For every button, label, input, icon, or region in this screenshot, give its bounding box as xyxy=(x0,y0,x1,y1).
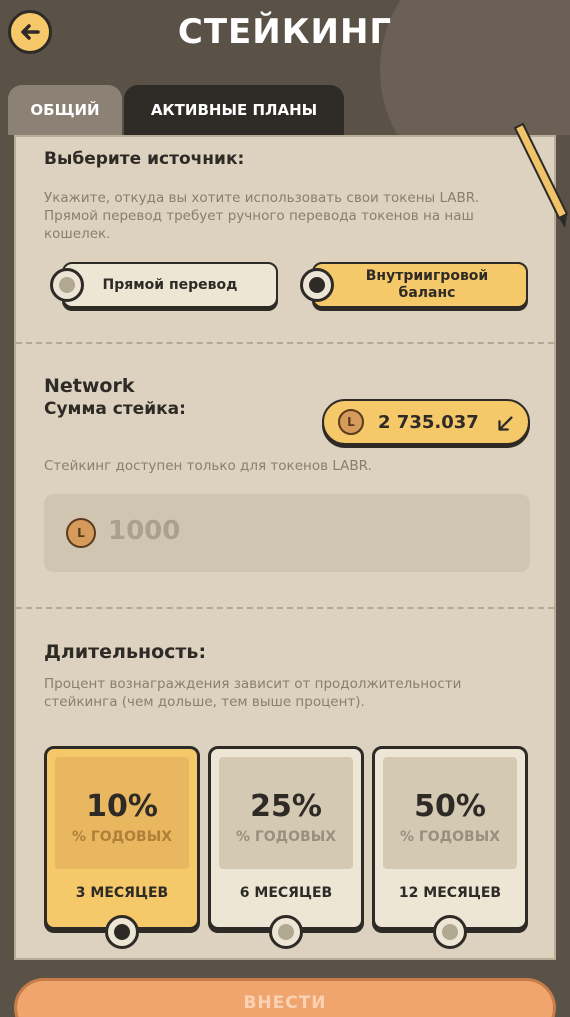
amount-placeholder: 1000 xyxy=(108,516,181,546)
labr-coin-icon: L xyxy=(66,518,96,548)
network-label: Network xyxy=(44,375,135,397)
arrow-down-left-icon xyxy=(498,416,513,431)
source-description: Укажите, откуда вы хотите использовать с… xyxy=(44,190,479,242)
plan-3-months[interactable]: 10% % ГОДОВЫХ 3 МЕСЯЦЕВ xyxy=(44,746,200,949)
stake-amount-input[interactable]: L 1000 xyxy=(44,494,530,572)
stake-amount-label: Сумма стейка: xyxy=(44,399,186,419)
divider xyxy=(16,342,554,344)
page-title: СТЕЙКИНГ xyxy=(177,12,393,52)
option-direct-transfer[interactable]: Прямой перевод xyxy=(50,262,278,308)
plan-duration: 3 МЕСЯЦЕВ xyxy=(75,885,169,901)
pencil-icon xyxy=(513,122,569,228)
radio-selected-icon[interactable] xyxy=(105,915,139,949)
plan-rate-box: 25% % ГОДОВЫХ xyxy=(219,757,353,869)
header: СТЕЙКИНГ ОБЩИЙ АКТИВНЫЕ ПЛАНЫ xyxy=(0,0,570,135)
plan-unit: % ГОДОВЫХ xyxy=(399,829,501,845)
option-label: Внутриигровой баланс xyxy=(365,268,489,301)
stake-note: Стейкинг доступен только для токенов LAB… xyxy=(44,458,372,474)
tab-general[interactable]: ОБЩИЙ xyxy=(8,85,122,135)
duration-title: Длительность: xyxy=(44,641,207,663)
option-ingame-balance[interactable]: Внутриигровой баланс xyxy=(300,262,528,308)
staking-panel: Выберите источник: Укажите, откуда вы хо… xyxy=(14,135,556,960)
plan-percent: 25% xyxy=(250,789,322,824)
plan-rate-box: 50% % ГОДОВЫХ xyxy=(383,757,517,869)
radio-icon xyxy=(50,268,84,302)
radio-icon[interactable] xyxy=(269,915,303,949)
plan-percent: 10% xyxy=(86,789,158,824)
divider xyxy=(16,607,554,609)
plan-unit: % ГОДОВЫХ xyxy=(235,829,337,845)
labr-coin-icon: L xyxy=(338,409,364,435)
plan-duration: 6 МЕСЯЦЕВ xyxy=(239,885,333,901)
balance-value: 2 735.037 xyxy=(378,412,479,433)
option-label: Прямой перевод xyxy=(102,276,238,293)
radio-icon[interactable] xyxy=(433,915,467,949)
plan-12-months[interactable]: 50% % ГОДОВЫХ 12 МЕСЯЦЕВ xyxy=(372,746,528,949)
tab-active-plans[interactable]: АКТИВНЫЕ ПЛАНЫ xyxy=(124,85,344,135)
plan-duration: 12 МЕСЯЦЕВ xyxy=(398,885,502,901)
plan-6-months[interactable]: 25% % ГОДОВЫХ 6 МЕСЯЦЕВ xyxy=(208,746,364,949)
plan-rate-box: 10% % ГОДОВЫХ xyxy=(55,757,189,869)
plan-percent: 50% xyxy=(414,789,486,824)
source-title: Выберите источник: xyxy=(44,149,245,169)
plan-unit: % ГОДОВЫХ xyxy=(71,829,173,845)
radio-selected-icon xyxy=(300,268,334,302)
duration-description: Процент вознаграждения зависит от продол… xyxy=(44,676,462,710)
balance-pill[interactable]: L 2 735.037 xyxy=(322,399,530,445)
submit-button[interactable]: ВНЕСТИ xyxy=(14,978,556,1017)
